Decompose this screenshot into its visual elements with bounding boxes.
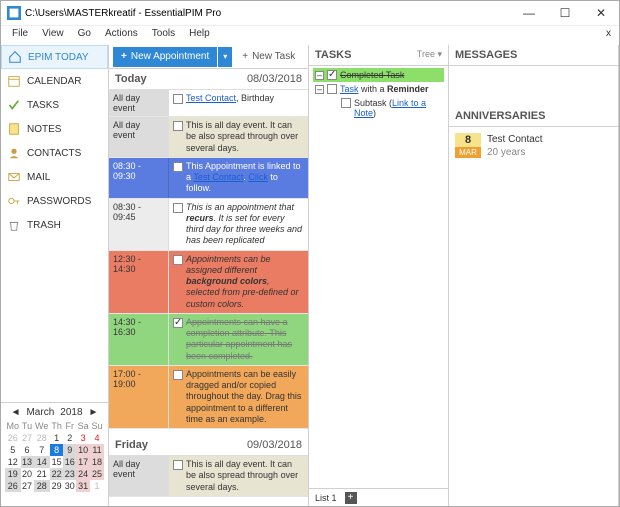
- event-row[interactable]: 08:30 - 09:30This Appointment is linked …: [109, 158, 308, 199]
- nav-label: PASSWORDS: [27, 196, 91, 207]
- menubar: File View Go Actions Tools Help x: [1, 25, 619, 45]
- plus-icon: +: [121, 51, 127, 62]
- menu-view[interactable]: View: [35, 26, 71, 45]
- task-list-tabs: List 1 +: [309, 488, 448, 506]
- titlebar: C:\Users\MASTERkreatif - EssentialPIM Pr…: [1, 1, 619, 25]
- appointments-column: +New Appointment ▾ +New Task Today 08/03…: [109, 45, 309, 506]
- task-row[interactable]: –Task with a Reminder: [313, 82, 444, 96]
- mail-icon: [7, 170, 21, 184]
- event-checkbox[interactable]: [173, 121, 183, 131]
- date-badge: 8 MAR: [455, 133, 481, 159]
- event-row[interactable]: All day eventThis is all day event. It c…: [109, 117, 308, 158]
- event-checkbox[interactable]: [173, 203, 183, 213]
- menu-go[interactable]: Go: [71, 26, 98, 45]
- nav-label: CALENDAR: [27, 76, 81, 87]
- sidebar-item-contacts[interactable]: CONTACTS: [1, 141, 108, 165]
- day-date: 08/03/2018: [247, 73, 302, 85]
- day-header-friday: Friday 09/03/2018: [109, 435, 308, 456]
- app-icon: [7, 6, 21, 20]
- event-checkbox[interactable]: [173, 162, 183, 172]
- home-icon: [8, 50, 22, 64]
- nav-label: MAIL: [27, 172, 50, 183]
- event-row[interactable]: 08:30 - 09:45This is an appointment that…: [109, 199, 308, 251]
- day-header-today: Today 08/03/2018: [109, 69, 308, 90]
- event-checkbox[interactable]: [173, 255, 183, 265]
- task-checkbox[interactable]: [327, 70, 337, 80]
- sidebar-item-passwords[interactable]: PASSWORDS: [1, 189, 108, 213]
- messages-column: MESSAGES ANNIVERSARIES 8 MAR Test Contac…: [449, 45, 619, 506]
- close-button[interactable]: ✕: [583, 1, 619, 25]
- add-list-button[interactable]: +: [345, 492, 357, 504]
- event-checkbox[interactable]: [173, 318, 183, 328]
- minimize-button[interactable]: —: [511, 1, 547, 25]
- cal-year: 2018: [60, 407, 82, 418]
- mini-calendar[interactable]: ◄ March 2018 ► MoTuWeThFrSaSu 2627281234…: [1, 402, 108, 506]
- tasks-view-mode[interactable]: Tree ▾: [417, 49, 442, 61]
- nav-label: NOTES: [27, 124, 61, 135]
- anniv-name: Test Contact: [487, 133, 543, 146]
- nav-label: TRASH: [27, 220, 61, 231]
- menu-help[interactable]: Help: [182, 26, 217, 45]
- tasks-column: TASKS Tree ▾ –Completed Task –Task with …: [309, 45, 449, 506]
- task-checkbox[interactable]: [327, 84, 337, 94]
- trash-icon: [7, 218, 21, 232]
- event-checkbox[interactable]: [173, 370, 183, 380]
- menu-file[interactable]: File: [5, 26, 35, 45]
- event-checkbox[interactable]: [173, 94, 183, 104]
- maximize-button[interactable]: ☐: [547, 1, 583, 25]
- task-row[interactable]: –Completed Task: [313, 68, 444, 82]
- event-checkbox[interactable]: [173, 460, 183, 470]
- task-row[interactable]: Subtask (Link to a Note): [313, 96, 444, 120]
- sidebar-item-epim-today[interactable]: EPIM TODAY: [1, 45, 108, 69]
- sidebar-item-tasks[interactable]: TASKS: [1, 93, 108, 117]
- task-collapse[interactable]: –: [315, 71, 324, 80]
- event-row[interactable]: All day eventThis is all day event. It c…: [109, 456, 308, 497]
- event-row[interactable]: 14:30 - 16:30Appointments can have a com…: [109, 314, 308, 366]
- appointments-scroll[interactable]: Today 08/03/2018 All day eventTest Conta…: [109, 69, 308, 506]
- key-icon: [7, 194, 21, 208]
- check-icon: [7, 98, 21, 112]
- event-row[interactable]: 17:00 - 19:00Appointments can be easily …: [109, 366, 308, 429]
- event-row[interactable]: 12:30 - 14:30Appointments can be assigne…: [109, 251, 308, 314]
- sidebar-item-trash[interactable]: TRASH: [1, 213, 108, 237]
- cal-prev[interactable]: ◄: [11, 407, 21, 418]
- note-icon: [7, 122, 21, 136]
- task-collapse[interactable]: –: [315, 85, 324, 94]
- sidebar-item-mail[interactable]: MAIL: [1, 165, 108, 189]
- menu-actions[interactable]: Actions: [98, 26, 145, 45]
- anniversary-item[interactable]: 8 MAR Test Contact 20 years: [449, 127, 618, 165]
- nav-label: CONTACTS: [27, 148, 81, 159]
- contacts-icon: [7, 146, 21, 160]
- nav-label: TASKS: [27, 100, 59, 111]
- plus-icon: +: [242, 51, 248, 62]
- new-appointment-button[interactable]: +New Appointment: [113, 47, 217, 67]
- sidebar: EPIM TODAY CALENDAR TASKS NOTES CONTACTS…: [1, 45, 109, 506]
- task-list-tab[interactable]: List 1: [315, 493, 337, 503]
- cal-next[interactable]: ►: [89, 407, 99, 418]
- menu-overflow[interactable]: x: [599, 26, 619, 45]
- menu-tools[interactable]: Tools: [145, 26, 182, 45]
- nav-label: EPIM TODAY: [28, 52, 89, 63]
- day-date: 09/03/2018: [247, 439, 302, 451]
- anniv-years: 20 years: [487, 146, 543, 159]
- cal-grid[interactable]: MoTuWeThFrSaSu 2627281234 567891011 1213…: [5, 420, 104, 492]
- task-checkbox[interactable]: [341, 98, 351, 108]
- new-appointment-dropdown[interactable]: ▾: [218, 47, 232, 67]
- messages-header: MESSAGES: [449, 45, 618, 66]
- cal-month: March: [26, 407, 54, 418]
- event-row[interactable]: All day eventTest Contact, Birthday: [109, 90, 308, 117]
- sidebar-item-notes[interactable]: NOTES: [1, 117, 108, 141]
- tasks-header: TASKS Tree ▾: [309, 45, 448, 66]
- sidebar-item-calendar[interactable]: CALENDAR: [1, 69, 108, 93]
- anniversaries-header: ANNIVERSARIES: [449, 106, 618, 127]
- new-task-button[interactable]: +New Task: [236, 47, 301, 67]
- calendar-icon: [7, 74, 21, 88]
- window-title: C:\Users\MASTERkreatif - EssentialPIM Pr…: [25, 8, 511, 19]
